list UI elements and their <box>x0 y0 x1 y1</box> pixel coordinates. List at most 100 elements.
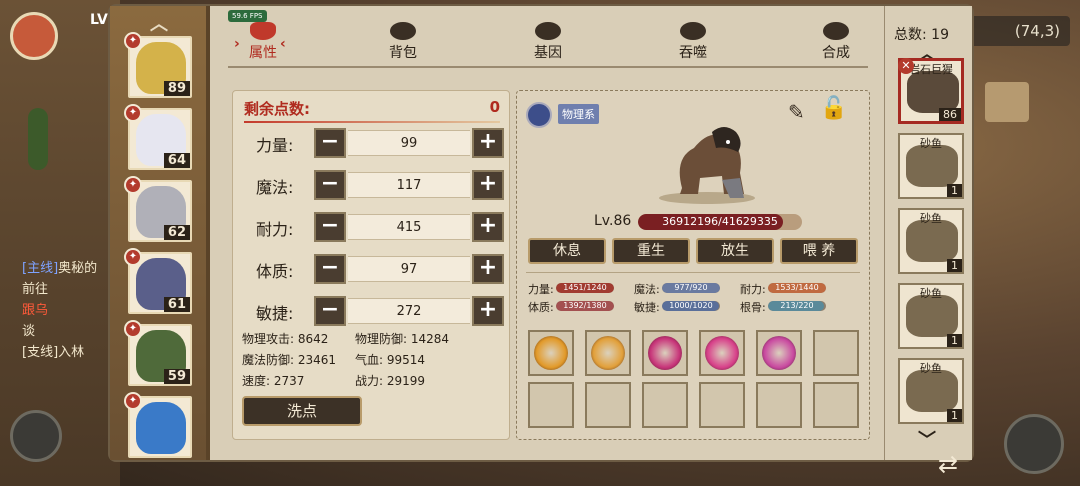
remaining-points-label: 剩余点数: <box>244 100 310 118</box>
tab-attributes[interactable]: 属性 <box>218 22 308 66</box>
decrease-button[interactable]: − <box>314 170 346 200</box>
quest-line: 谈 <box>22 324 36 339</box>
pet-portrait <box>659 127 755 204</box>
skill-gem <box>705 336 739 370</box>
tab-gene[interactable]: 基因 <box>503 22 593 66</box>
hero-pin-icon: ✦ <box>124 104 142 122</box>
pet-roster-level: 1 <box>947 334 962 347</box>
stat-name: 力量: <box>256 136 294 155</box>
exit-icon[interactable]: ⇄ <box>930 450 966 482</box>
tab-label: 基因 <box>534 45 562 61</box>
rebirth-button[interactable]: 重生 <box>612 238 690 264</box>
pet-hp-text: 36912196/41629335 <box>662 215 778 228</box>
compass-icon[interactable] <box>10 410 62 462</box>
potential-bar: 1392/1380 <box>556 301 614 311</box>
pet-roster-card[interactable]: 砂鱼 1 <box>898 283 964 349</box>
pet-level: Lv.86 <box>594 213 632 229</box>
increase-button[interactable]: + <box>472 296 504 326</box>
close-icon[interactable]: ✕ <box>898 58 914 74</box>
pet-roster-portrait <box>906 370 958 412</box>
derived-stat: 战力: 29199 <box>355 374 426 388</box>
hero-pin-icon: ✦ <box>124 32 142 50</box>
increase-button[interactable]: + <box>472 254 504 284</box>
potential-name: 体质: <box>528 301 554 314</box>
decrease-button[interactable]: − <box>314 212 346 242</box>
hero-level: 59 <box>163 369 190 384</box>
quest-line: [支线]入林 <box>22 345 85 360</box>
quest-line: 跟乌 <box>22 303 49 318</box>
pet-roster-card[interactable]: 砂鱼 1 <box>898 208 964 274</box>
pet-roster-portrait <box>906 145 958 187</box>
potential-value: 1451/1240 <box>563 283 607 292</box>
empty-skill-slot[interactable] <box>813 382 859 428</box>
chevron-up-icon[interactable]: ︿ <box>150 10 168 36</box>
flame-icon <box>250 22 276 40</box>
derived-stat: 物理攻击: 8642 <box>242 332 329 346</box>
player-level-badge: LV <box>90 12 108 28</box>
decrease-button[interactable]: − <box>314 254 346 284</box>
vortex-skill-icon[interactable] <box>699 330 745 376</box>
hero-pin-icon: ✦ <box>124 320 142 338</box>
release-button[interactable]: 放生 <box>696 238 774 264</box>
map-icon[interactable] <box>985 82 1029 122</box>
empty-skill-slot[interactable] <box>642 382 688 428</box>
gene-icon <box>535 22 561 40</box>
pet-roster-portrait <box>906 220 958 262</box>
quest-tracker[interactable]: [主线]奥秘的 前往 跟乌 谈 [支线]入林 <box>22 258 117 363</box>
stat-row: 力量: −99 + <box>244 128 504 158</box>
crystal-skill-icon[interactable] <box>642 330 688 376</box>
increase-button[interactable]: + <box>472 212 504 242</box>
chevron-down-icon[interactable]: ﹀ <box>918 426 936 452</box>
empty-skill-slot[interactable] <box>756 382 802 428</box>
tab-label: 合成 <box>822 45 850 61</box>
tab-label: 吞噬 <box>679 45 707 61</box>
synthesis-icon <box>823 22 849 40</box>
potential-name: 魔法: <box>634 283 660 296</box>
tab-devour[interactable]: 吞噬 <box>648 22 738 66</box>
remaining-points-value: 0 <box>489 98 500 116</box>
empty-skill-slot[interactable] <box>813 330 859 376</box>
increase-button[interactable]: + <box>472 128 504 158</box>
skill-gem <box>762 336 796 370</box>
quest-line: 前往 <box>22 282 49 297</box>
sun-skill-icon[interactable] <box>585 330 631 376</box>
home-icon[interactable] <box>1004 414 1064 474</box>
derived-stat: 速度: 2737 <box>242 374 305 388</box>
list-icon[interactable] <box>526 102 552 128</box>
player-avatar[interactable] <box>10 12 58 60</box>
hero-level: 64 <box>163 153 190 168</box>
stat-value: 99 <box>348 130 470 156</box>
rename-feather-icon[interactable]: ✎ <box>788 100 812 126</box>
quest-title: 奥秘的 <box>58 261 98 276</box>
pet-roster-level: 1 <box>947 184 962 197</box>
hero-pin-icon: ✦ <box>124 248 142 266</box>
pet-roster-card[interactable]: 砂鱼 1 <box>898 133 964 199</box>
unlock-icon[interactable]: 🔓 <box>820 96 850 126</box>
potential-bar: 1451/1240 <box>556 283 614 293</box>
potential-bar: 213/220 <box>768 301 826 311</box>
feed-button[interactable]: 喂 养 <box>780 238 858 264</box>
pet-roster-level: 86 <box>939 108 961 121</box>
rest-button[interactable]: 休息 <box>528 238 606 264</box>
pet-roster-name: 砂鱼 <box>920 362 942 375</box>
empty-skill-slot[interactable] <box>585 382 631 428</box>
stat-name: 魔法: <box>256 178 294 197</box>
potential-bar: 977/920 <box>662 283 720 293</box>
empty-skill-slot[interactable] <box>699 382 745 428</box>
pet-hp-bar: 36912196/41629335 <box>638 214 802 230</box>
quest-tag: [主线] <box>22 261 59 276</box>
world-map-left <box>0 0 120 486</box>
reset-points-button[interactable]: 洗点 <box>242 396 362 426</box>
decrease-button[interactable]: − <box>314 128 346 158</box>
tab-bag[interactable]: 背包 <box>358 22 448 66</box>
pet-roster-card[interactable]: 砂鱼 1 <box>898 358 964 424</box>
fist-skill-icon[interactable] <box>528 330 574 376</box>
pet-divider <box>526 272 860 273</box>
skill-gem <box>648 336 682 370</box>
empty-skill-slot[interactable] <box>528 382 574 428</box>
potential-value: 1392/1380 <box>563 301 607 310</box>
tab-synthesis[interactable]: 合成 <box>791 22 881 66</box>
demon-skill-icon[interactable] <box>756 330 802 376</box>
increase-button[interactable]: + <box>472 170 504 200</box>
decrease-button[interactable]: − <box>314 296 346 326</box>
